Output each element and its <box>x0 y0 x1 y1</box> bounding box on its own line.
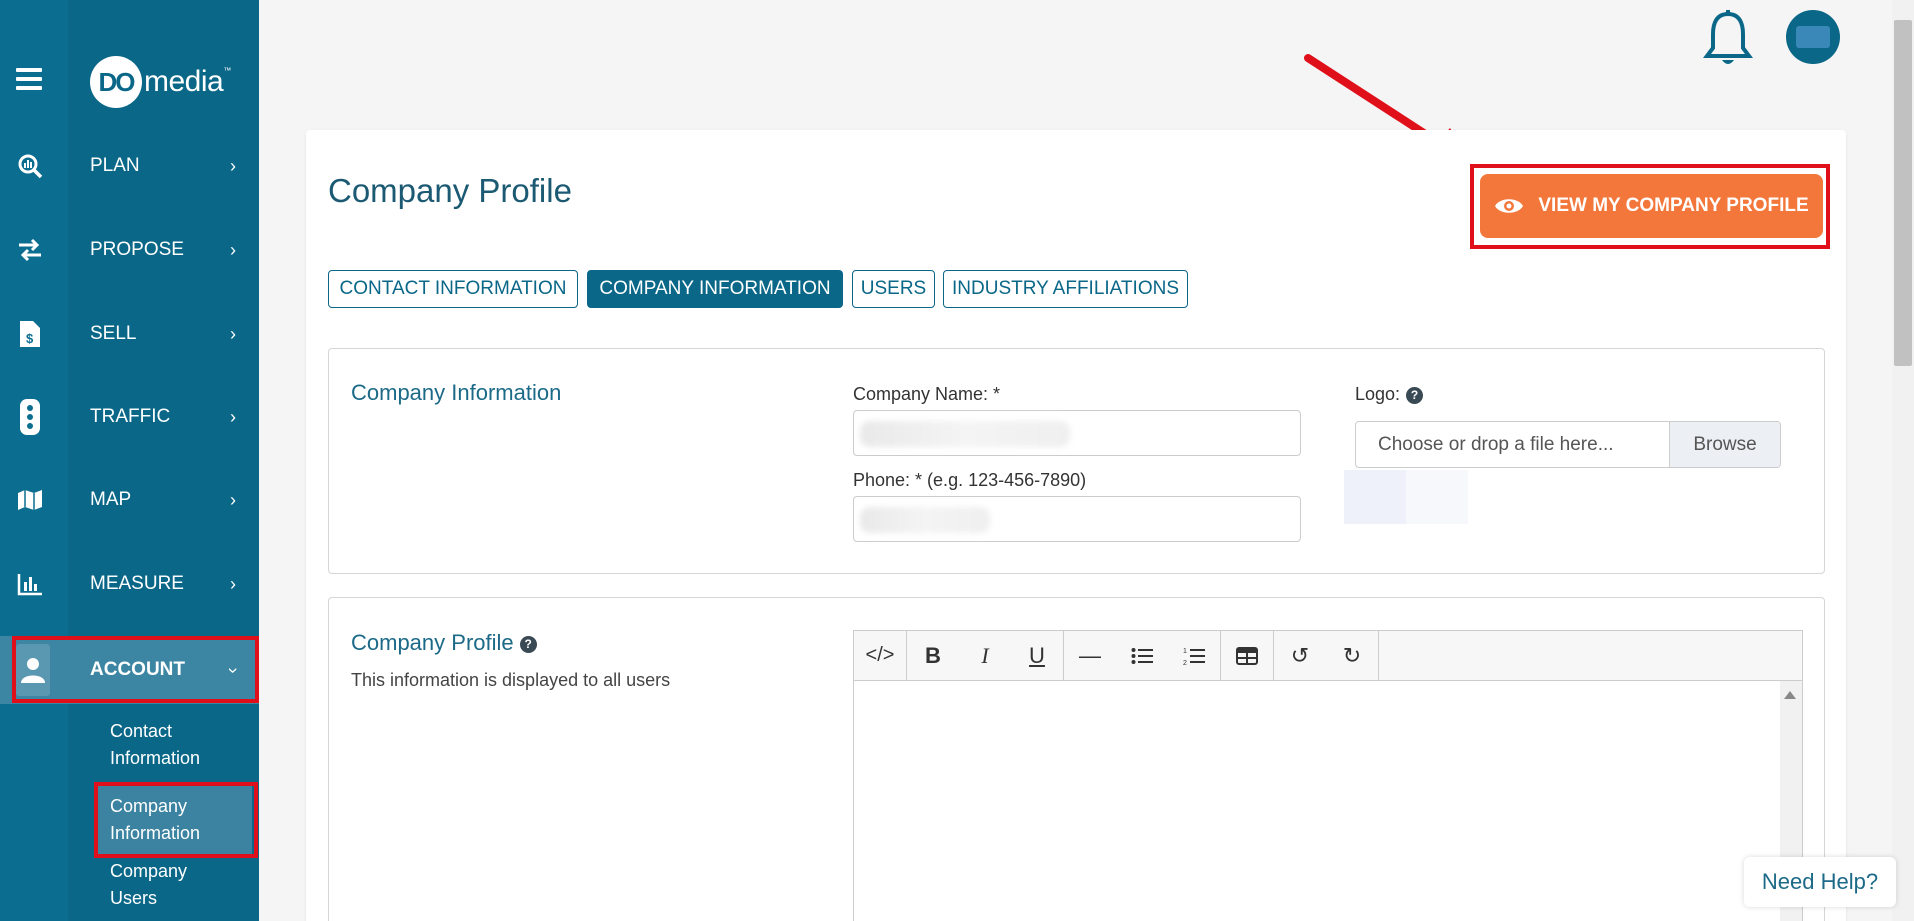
redacted-value <box>860 421 1070 447</box>
highlight-view-button <box>1470 164 1830 249</box>
file-placeholder: Choose or drop a file here... <box>1378 433 1614 455</box>
nav-label-traffic: TRAFFIC <box>90 406 171 427</box>
need-help-button[interactable]: Need Help? <box>1744 857 1896 907</box>
sub-item-line: Users <box>110 888 158 908</box>
undo-icon[interactable]: ↺ <box>1274 631 1326 680</box>
avatar-image <box>1796 26 1830 48</box>
highlight-account <box>12 636 259 703</box>
logo-file-input[interactable]: Choose or drop a file here... Browse <box>1355 421 1781 468</box>
notification-bell-icon[interactable] <box>1702 10 1754 70</box>
tab-contact-information[interactable]: CONTACT INFORMATION <box>328 270 578 308</box>
logo-trademark: ™ <box>223 66 232 75</box>
nav-item-measure[interactable]: MEASURE › <box>0 554 259 614</box>
italic-button[interactable]: I <box>959 631 1011 680</box>
propose-icon <box>16 236 44 264</box>
toolbar-group: B I U <box>907 631 1064 680</box>
toolbar-group <box>1221 631 1274 680</box>
logo-preview <box>1344 470 1406 524</box>
phone-label: Phone: * (e.g. 123-456-7890) <box>853 470 1087 490</box>
svg-text:$: $ <box>26 331 34 346</box>
page-title: Company Profile <box>328 172 572 209</box>
section-title-company-information: Company Information <box>351 380 562 405</box>
avatar[interactable] <box>1786 10 1840 64</box>
measure-icon <box>16 570 44 598</box>
chevron-right-icon: › <box>230 155 236 176</box>
redacted-value <box>860 507 990 533</box>
nav-label-sell: SELL <box>90 323 137 344</box>
tab-industry-affiliations[interactable]: INDUSTRY AFFILIATIONS <box>943 270 1188 308</box>
chevron-right-icon: › <box>230 239 236 260</box>
help-icon[interactable]: ? <box>1406 386 1424 404</box>
logo-label-text: Logo: <box>1355 384 1401 404</box>
nav-item-map[interactable]: MAP › <box>0 470 259 530</box>
editor-toolbar: </> B I U — 12 ↺ ↻ <box>854 631 1802 681</box>
table-icon[interactable] <box>1221 631 1273 680</box>
bold-button[interactable]: B <box>907 631 959 680</box>
plan-icon <box>16 152 44 180</box>
sub-item-company-users[interactable]: Company Users <box>96 858 252 918</box>
nav-label-map: MAP <box>90 489 132 510</box>
nav-item-traffic[interactable]: TRAFFIC › <box>0 387 259 447</box>
logo-mark: DO <box>90 56 142 108</box>
sub-item-contact-information[interactable]: Contact Information <box>96 718 252 776</box>
nav-item-sell[interactable]: $ SELL › <box>0 304 259 364</box>
sell-icon: $ <box>16 320 44 348</box>
nav-label-measure: MEASURE <box>90 573 184 594</box>
help-icon[interactable]: ? <box>519 635 537 653</box>
domedia-logo[interactable]: DO media ™ <box>90 56 231 108</box>
highlight-company-information <box>94 782 258 858</box>
logo-preview <box>1406 470 1468 524</box>
company-name-input[interactable] <box>853 410 1301 456</box>
bullet-list-icon[interactable] <box>1116 631 1168 680</box>
code-view-button[interactable]: </> <box>854 631 906 680</box>
sub-item-line: Contact <box>110 721 173 741</box>
sub-item-line: Company <box>110 861 188 881</box>
nav-item-plan[interactable]: PLAN › <box>0 136 259 196</box>
toolbar-group: </> <box>854 631 907 680</box>
tab-company-information[interactable]: COMPANY INFORMATION <box>587 270 843 308</box>
underline-button[interactable]: U <box>1011 631 1063 680</box>
sub-item-line: Information <box>110 748 201 768</box>
logo-text: media <box>144 65 224 98</box>
hamburger-menu-icon[interactable] <box>16 68 42 94</box>
chevron-right-icon: › <box>230 573 236 594</box>
chevron-right-icon: › <box>230 406 236 427</box>
tab-users[interactable]: USERS <box>852 270 935 308</box>
chevron-right-icon: › <box>230 323 236 344</box>
chevron-right-icon: › <box>230 489 236 510</box>
scroll-up-icon[interactable] <box>1784 691 1796 699</box>
browse-button[interactable]: Browse <box>1669 422 1780 467</box>
logo-label: Logo:? <box>1355 384 1424 405</box>
horizontal-rule-button[interactable]: — <box>1064 631 1116 680</box>
svg-text:2: 2 <box>1183 660 1187 666</box>
rich-text-editor[interactable]: </> B I U — 12 ↺ ↻ <box>853 630 1803 921</box>
section-title-text: Company Profile <box>351 630 514 655</box>
traffic-light-icon <box>16 399 44 435</box>
numbered-list-icon[interactable]: 12 <box>1168 631 1220 680</box>
company-profile-subtitle: This information is displayed to all use… <box>351 670 671 690</box>
page-scrollbar-thumb[interactable] <box>1894 20 1912 366</box>
toolbar-group: ↺ ↻ <box>1274 631 1379 680</box>
map-icon <box>16 486 44 514</box>
nav-label-plan: PLAN <box>90 155 140 176</box>
company-name-label: Company Name: * <box>853 384 1001 404</box>
section-title-company-profile: Company Profile? <box>351 630 537 656</box>
nav-label-propose: PROPOSE <box>90 239 184 260</box>
nav-item-propose[interactable]: PROPOSE › <box>0 220 259 280</box>
redo-icon[interactable]: ↻ <box>1326 631 1378 680</box>
toolbar-group: — 12 <box>1064 631 1221 680</box>
svg-text:1: 1 <box>1183 648 1187 655</box>
phone-input[interactable] <box>853 496 1301 542</box>
